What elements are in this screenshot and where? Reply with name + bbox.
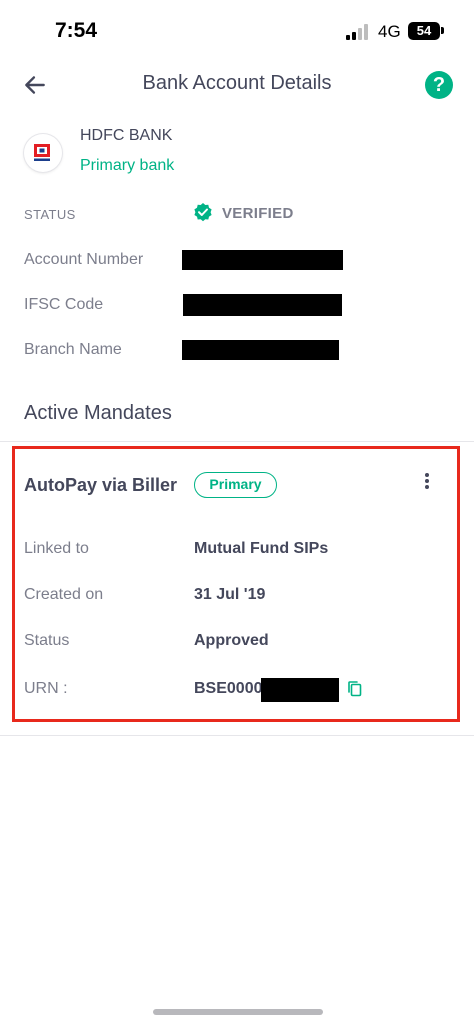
status-label: STATUS [24, 207, 76, 222]
branch-redacted [182, 340, 339, 360]
primary-bank-label: Primary bank [80, 157, 175, 174]
branch-label: Branch Name [24, 341, 122, 358]
divider [0, 441, 474, 442]
copy-icon[interactable] [346, 680, 364, 698]
hdfc-logo-icon [24, 134, 62, 172]
created-on-value: 31 Jul '19 [194, 586, 266, 603]
urn-value: BSE0000 [194, 680, 263, 697]
more-vertical-icon[interactable] [419, 471, 435, 491]
page-title: Bank Account Details [142, 72, 332, 94]
created-on-label: Created on [24, 586, 104, 603]
mandate-title: AutoPay via Biller [24, 475, 178, 495]
signal-icon [346, 24, 368, 40]
ifsc-redacted [183, 294, 342, 316]
primary-badge: Primary [194, 472, 277, 498]
bank-name: HDFC BANK [80, 127, 173, 144]
mandate-status-value: Approved [194, 632, 269, 649]
question-circle-icon[interactable]: ? [425, 71, 453, 99]
status-value: VERIFIED [222, 205, 294, 222]
urn-redacted [261, 678, 339, 702]
account-number-label: Account Number [24, 251, 144, 268]
urn-label: URN : [24, 680, 68, 697]
linked-to-label: Linked to [24, 540, 89, 557]
active-mandates-title: Active Mandates [24, 402, 172, 424]
status-time: 7:54 [55, 19, 98, 42]
status-bar: 7:54 4G 54 [0, 0, 474, 62]
mandate-status-label: Status [24, 632, 70, 649]
linked-to-value: Mutual Fund SIPs [194, 540, 329, 557]
battery-tip [441, 27, 444, 34]
network-type: 4G [378, 22, 401, 41]
battery-icon: 54 [408, 22, 440, 40]
verified-badge-icon [194, 203, 212, 222]
ifsc-label: IFSC Code [24, 296, 104, 313]
home-indicator[interactable] [153, 1009, 323, 1015]
divider [0, 735, 474, 736]
account-number-redacted [182, 250, 343, 270]
